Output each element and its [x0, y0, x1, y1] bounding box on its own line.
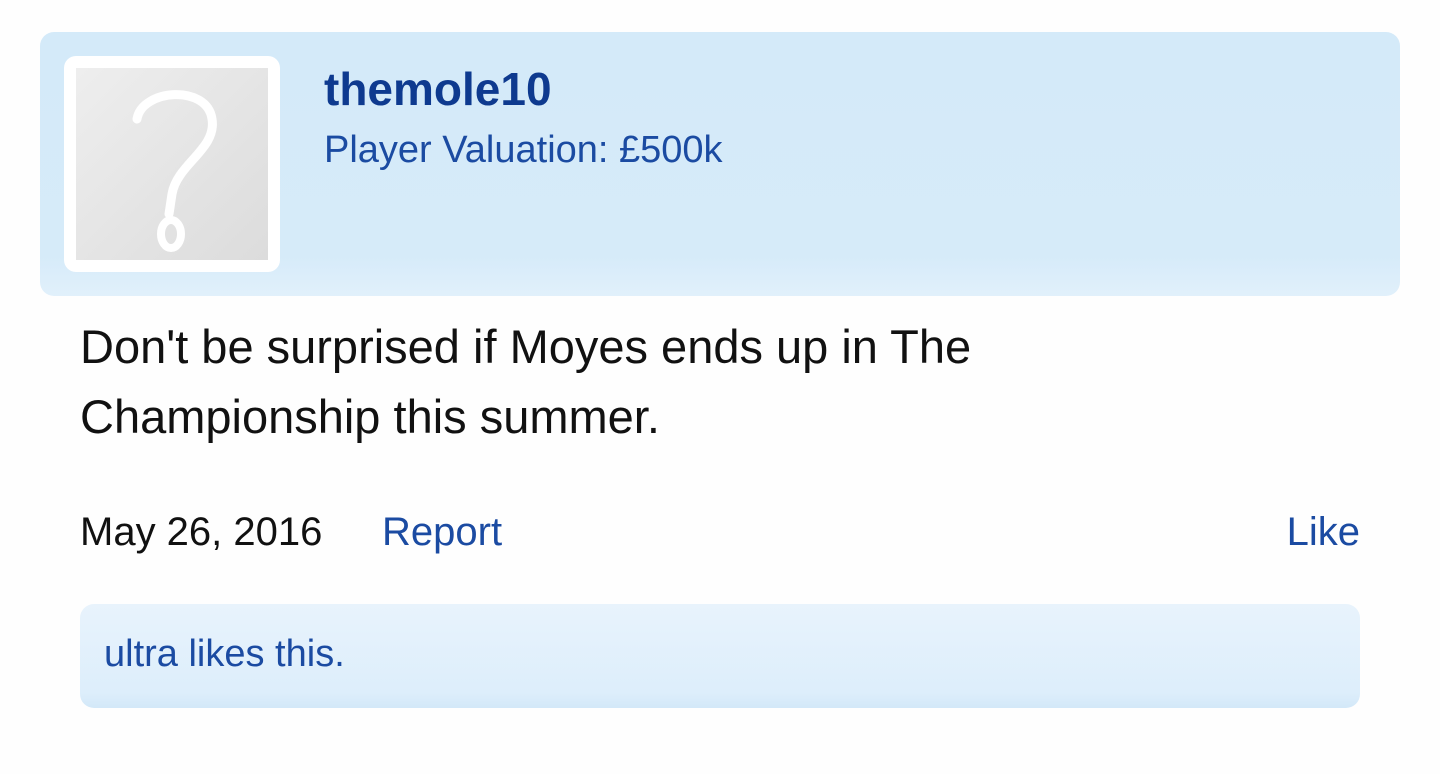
likes-summary: ultra likes this.: [80, 604, 1360, 708]
message-user-header: themole10 Player Valuation: £500k: [40, 32, 1400, 296]
question-mark-avatar-icon: [76, 68, 268, 260]
message-content: Don't be surprised if Moyes ends up in T…: [80, 320, 972, 443]
user-title: Player Valuation: £500k: [324, 129, 723, 171]
post-date: May 26, 2016: [80, 510, 323, 554]
likes-summary-text[interactable]: ultra likes this.: [104, 630, 345, 678]
username-link[interactable]: themole10: [324, 62, 552, 116]
like-link[interactable]: Like: [1287, 506, 1360, 558]
message-post: themole10 Player Valuation: £500k Don't …: [0, 0, 1440, 774]
report-link[interactable]: Report: [382, 506, 502, 558]
message-meta: May 26, 2016 Report Like: [80, 506, 1360, 558]
avatar[interactable]: [64, 56, 280, 272]
